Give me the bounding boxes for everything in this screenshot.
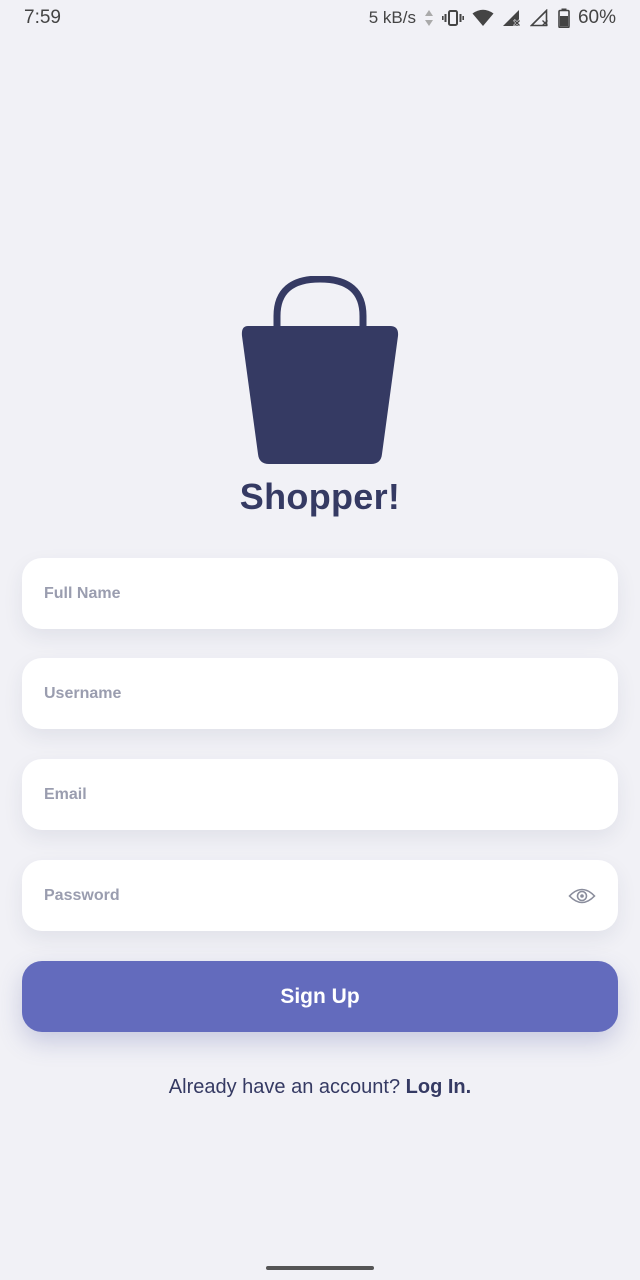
sign-up-button[interactable]: Sign Up: [22, 961, 618, 1032]
log-in-link[interactable]: Log In.: [406, 1076, 472, 1098]
logo: Shopper!: [0, 276, 640, 518]
full-name-field[interactable]: Full Name: [22, 558, 618, 629]
home-indicator[interactable]: [266, 1266, 374, 1270]
username-field[interactable]: Username: [22, 658, 618, 729]
username-placeholder: Username: [44, 684, 122, 702]
data-arrows-icon: [424, 9, 434, 27]
battery-icon: [558, 8, 570, 28]
full-name-placeholder: Full Name: [44, 584, 121, 602]
email-field[interactable]: Email: [22, 759, 618, 830]
signal-icon: [502, 9, 522, 27]
shopping-bag-icon: [240, 276, 400, 466]
password-field[interactable]: Password: [22, 860, 618, 931]
network-speed: 5 kB/s: [368, 8, 416, 27]
status-time: 7:59: [24, 7, 61, 28]
status-icons: 5 kB/s 60%: [369, 7, 616, 29]
email-placeholder: Email: [44, 785, 87, 803]
battery-percent: 60%: [577, 7, 616, 28]
app-name: Shopper!: [239, 476, 401, 517]
signal-off-icon: [529, 9, 550, 27]
wifi-icon: [472, 9, 494, 27]
sign-up-label: Sign Up: [280, 984, 360, 1008]
login-prompt: Already have an account? Log In.: [0, 1076, 640, 1099]
password-placeholder: Password: [44, 886, 120, 904]
vibrate-icon: [441, 9, 464, 27]
login-prompt-text: Already have an account?: [168, 1076, 401, 1098]
eye-icon[interactable]: [568, 886, 596, 906]
status-bar: 7:59 5 kB/s 60%: [0, 0, 640, 36]
